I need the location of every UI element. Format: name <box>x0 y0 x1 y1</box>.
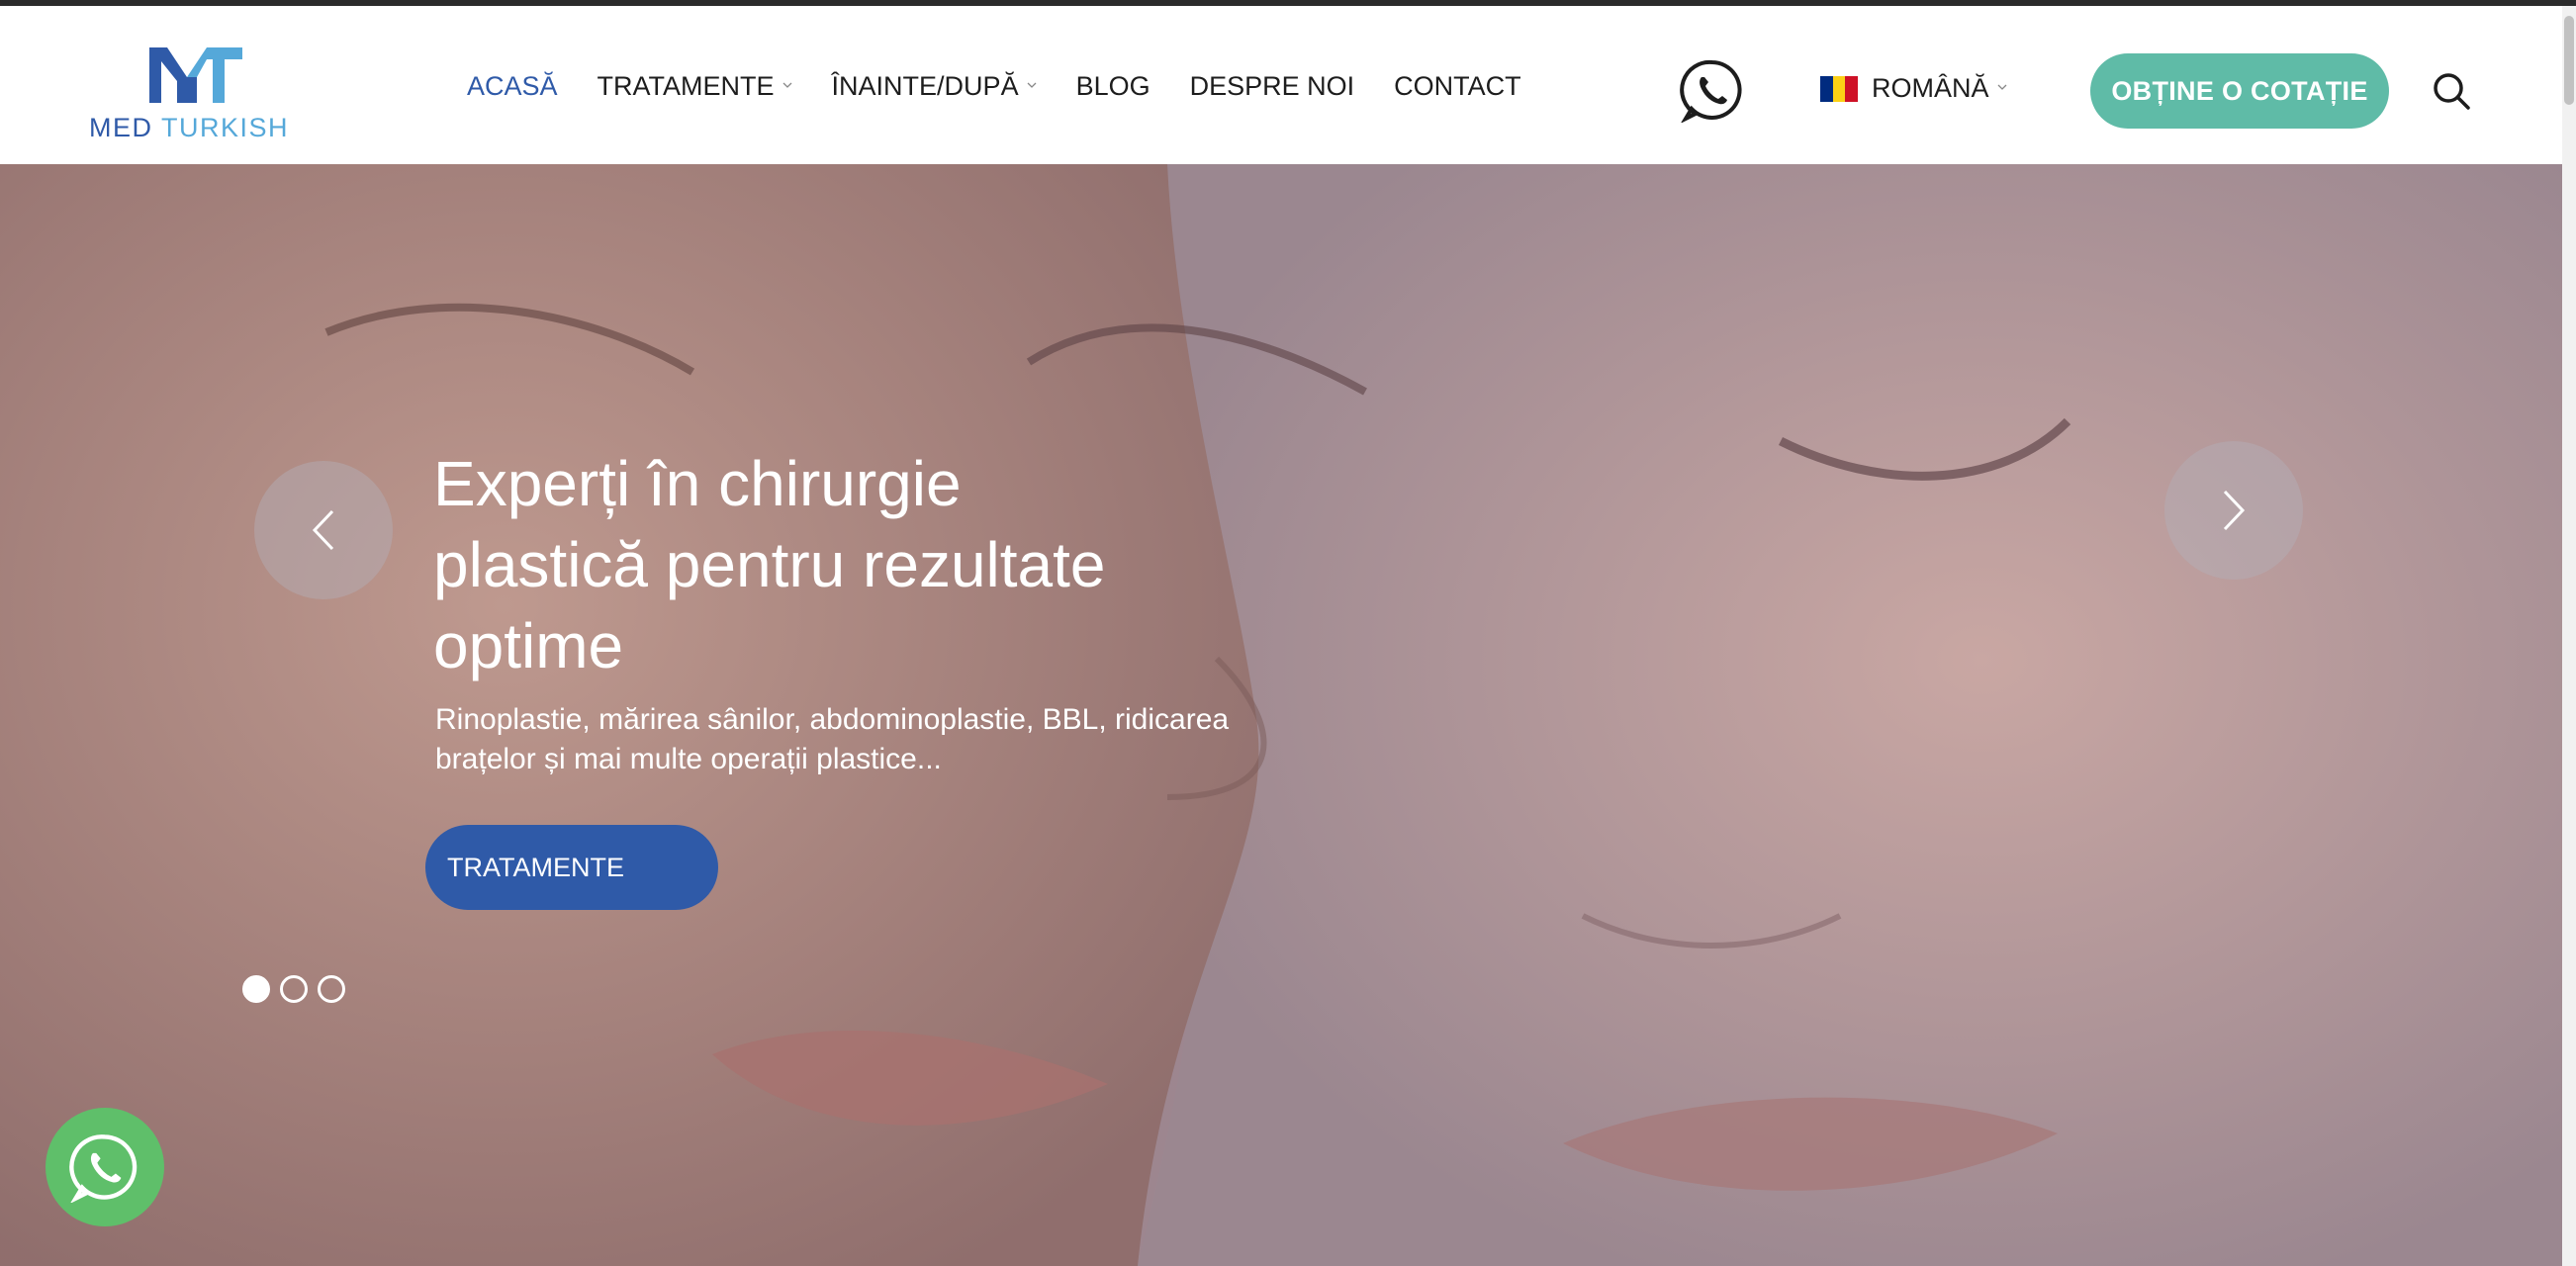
scrollbar-thumb[interactable] <box>2564 16 2574 105</box>
whatsapp-icon[interactable] <box>1680 57 1745 123</box>
nav-item-inainte-dupa[interactable]: ÎNAINTE/DUPĂ <box>832 71 1037 102</box>
nav-label: TRATAMENTE <box>597 71 775 101</box>
floating-whatsapp-button[interactable] <box>46 1108 164 1226</box>
logo-mark <box>149 47 242 103</box>
slider-dot-3[interactable] <box>318 975 345 1003</box>
nav-item-blog[interactable]: BLOG <box>1076 71 1150 102</box>
slider-prev-button[interactable] <box>254 461 393 599</box>
nav-label: BLOG <box>1075 71 1150 101</box>
logo-wordmark: MED TURKISH <box>89 113 302 143</box>
nav-item-contact[interactable]: CONTACT <box>1394 71 1521 102</box>
nav-label: ACASĂ <box>467 71 558 101</box>
nav-item-despre-noi[interactable]: DESPRE NOI <box>1190 71 1355 102</box>
romania-flag-icon <box>1820 75 1859 102</box>
chevron-down-icon <box>1997 84 2006 90</box>
nav-item-acasa[interactable]: ACASĂ <box>467 71 558 102</box>
language-selector[interactable]: ROMÂNĂ <box>1820 73 2007 104</box>
hero-title: Experți în chirurgie plastică pentru rez… <box>433 443 1324 686</box>
nav-item-tratamente[interactable]: TRATAMENTE <box>598 71 792 102</box>
slider-next-button[interactable] <box>2164 441 2303 580</box>
chevron-right-icon <box>2223 490 2246 531</box>
search-icon[interactable] <box>2432 71 2471 111</box>
page-scrollbar[interactable] <box>2562 6 2576 1266</box>
site-header: MED TURKISH ACASĂ TRATAMENTE ÎNAINTE/DUP… <box>0 6 2562 164</box>
hero-slider: Experți în chirurgie plastică pentru rez… <box>0 164 2562 1266</box>
slider-dot-1[interactable] <box>242 975 270 1003</box>
language-label: ROMÂNĂ <box>1872 73 1989 103</box>
chevron-left-icon <box>312 509 334 551</box>
site-logo[interactable]: MED TURKISH <box>89 44 302 142</box>
chevron-down-icon <box>1027 82 1037 88</box>
main-nav: ACASĂ TRATAMENTE ÎNAINTE/DUPĂ BLOG DESPR… <box>467 71 1561 102</box>
chevron-down-icon <box>782 82 792 88</box>
nav-label: ÎNAINTE/DUPĂ <box>831 71 1019 101</box>
nav-label: CONTACT <box>1394 71 1521 101</box>
whatsapp-icon <box>69 1134 138 1203</box>
hero-subtitle-line: brațelor și mai multe operații plastice.… <box>435 743 942 775</box>
hero-subtitle: Rinoplastie, mărirea sânilor, abdominopl… <box>435 700 1326 779</box>
get-quote-button[interactable]: OBȚINE O COTAȚIE <box>2090 53 2389 129</box>
hero-title-line: Experți în chirurgie <box>433 448 962 519</box>
treatments-button[interactable]: TRATAMENTE <box>425 825 718 910</box>
hero-title-line: optime <box>433 610 624 681</box>
hero-subtitle-line: Rinoplastie, mărirea sânilor, abdominopl… <box>435 703 1230 736</box>
slider-dot-2[interactable] <box>280 975 308 1003</box>
nav-label: DESPRE NOI <box>1189 71 1355 101</box>
logo-word-turkish: TURKISH <box>161 113 290 142</box>
hero-title-line: plastică pentru rezultate <box>433 529 1106 600</box>
logo-word-med: MED <box>89 113 153 142</box>
slider-pagination <box>242 975 345 1003</box>
